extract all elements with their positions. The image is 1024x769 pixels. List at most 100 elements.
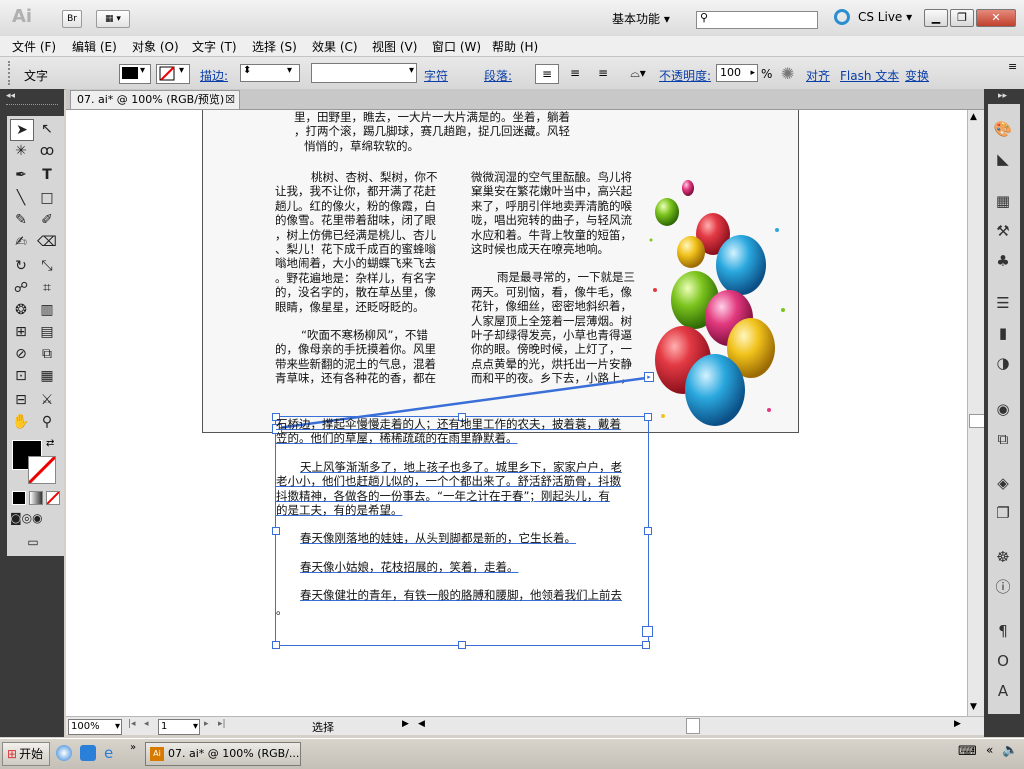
control-bar-menu-icon[interactable]: ≡ (1008, 60, 1017, 73)
start-button[interactable]: ⊞ 开始 (2, 742, 50, 766)
flash-text-link[interactable]: Flash 文本 (840, 67, 899, 84)
stroke-swatch[interactable] (28, 456, 56, 484)
opacity-link[interactable]: 不透明度: (659, 67, 711, 84)
cs-live-menu[interactable]: CS Live ▾ (858, 10, 912, 24)
appearance-icon[interactable]: ◉ (990, 398, 1016, 420)
eraser-tool-icon[interactable]: ⌫ (36, 232, 58, 252)
color-guide-icon[interactable]: ◣ (990, 148, 1016, 170)
stroke-link[interactable]: 描边: (200, 67, 228, 84)
scroll-down-icon[interactable]: ▼ (970, 702, 977, 712)
swap-colors-icon[interactable]: ⇄ (46, 438, 54, 449)
character-icon[interactable]: A (990, 680, 1016, 702)
eyedropper-tool-icon[interactable]: ⊘ (10, 344, 32, 364)
pen-tool-icon[interactable]: ✒ (10, 165, 32, 185)
bridge-button[interactable]: Br (62, 10, 82, 28)
slice-tool-icon[interactable]: ⚔ (36, 390, 58, 410)
zoom-field[interactable]: 100% ▾ (68, 719, 122, 735)
tools-grip[interactable] (6, 104, 58, 113)
menu-select[interactable]: 选择 (S) (252, 38, 297, 55)
color-mode-icon[interactable] (12, 491, 26, 505)
color-panel-icon[interactable]: 🎨 (990, 118, 1016, 140)
symbols-icon[interactable]: ♣ (990, 250, 1016, 272)
opentype-icon[interactable]: O (990, 650, 1016, 672)
screen-mode-icon[interactable]: ▭ (22, 532, 44, 552)
page-field[interactable]: 1 ▾ (158, 719, 200, 735)
graphic-styles-icon[interactable]: ⧉ (990, 428, 1016, 450)
expand-panels-icon[interactable]: ▸▸ (998, 91, 1007, 101)
document-tab[interactable]: 07. ai* @ 100% (RGB/预览) ☒ (70, 90, 240, 109)
last-page-icon[interactable]: ▸| (218, 719, 226, 729)
selection-tool-icon[interactable]: ➤ (10, 119, 34, 141)
easter-eggs-image[interactable] (643, 170, 798, 432)
first-page-icon[interactable]: |◂ (128, 719, 136, 729)
frame-handle[interactable] (642, 641, 650, 649)
stroke-weight-field[interactable]: ⬍ ▾ (240, 64, 300, 82)
info-icon[interactable]: ⓘ (990, 576, 1016, 598)
align-link[interactable]: 对齐 (806, 67, 830, 84)
live-paint-tool-icon[interactable]: ⊡ (10, 366, 32, 386)
draw-normal-icon[interactable]: ◙◎◉ (10, 508, 43, 528)
close-tab-icon[interactable]: ☒ (225, 91, 235, 109)
none-mode-icon[interactable] (46, 491, 60, 505)
search-input[interactable]: ⚲ (696, 11, 818, 29)
rotate-tool-icon[interactable]: ↻ (10, 256, 32, 276)
menu-file[interactable]: 文件 (F) (12, 38, 56, 55)
pencil-tool-icon[interactable]: ✐ (36, 210, 58, 230)
menu-view[interactable]: 视图 (V) (372, 38, 417, 55)
tray-expand-icon[interactable]: « (986, 743, 993, 757)
zoom-tool-icon[interactable]: ⚲ (36, 412, 58, 432)
hand-tool-icon[interactable]: ✋ (10, 412, 32, 432)
scroll-right-icon[interactable]: ▶ (954, 719, 961, 729)
opacity-field[interactable]: 100 ▸ (716, 64, 758, 82)
align-left-icon[interactable]: ≡ (535, 64, 559, 84)
out-port-icon[interactable] (642, 626, 653, 637)
arrange-documents-button[interactable]: ▦ ▾ (96, 10, 130, 28)
stroke-color-swatch[interactable]: ▾ (156, 64, 190, 84)
control-bar-grip[interactable] (8, 61, 13, 85)
recolor-icon[interactable]: ✺ (781, 64, 794, 83)
minimize-button[interactable]: ▁ (924, 9, 948, 27)
keyboard-icon[interactable]: ⌨ (958, 744, 977, 759)
mesh-tool-icon[interactable]: ⊞ (10, 322, 32, 342)
align-center-icon[interactable]: ≡ (564, 64, 586, 82)
magic-wand-tool-icon[interactable]: ✳ (10, 141, 32, 161)
close-button[interactable]: ✕ (976, 9, 1016, 27)
collapse-icon[interactable]: ◂◂ (6, 91, 15, 101)
transparency-icon[interactable]: ◑ (990, 352, 1016, 374)
symbol-sprayer-tool-icon[interactable]: ❂ (10, 300, 32, 320)
frame-handle[interactable] (458, 641, 466, 649)
scroll-left-icon[interactable]: ◀ (418, 719, 425, 729)
type-tool-icon[interactable]: T (36, 165, 58, 185)
transform-link[interactable]: 变换 (905, 67, 929, 84)
swatches-icon[interactable]: ▦ (990, 190, 1016, 212)
gradient-tool-icon[interactable]: ▤ (36, 322, 58, 342)
artboards-icon[interactable]: ❐ (990, 502, 1016, 524)
overflow-text[interactable]: 石桥边，撑起伞慢慢走着的人；还有地里工作的农夫，披着蓑，戴着 笠的。他们的草屋，… (276, 417, 648, 617)
out-port-icon[interactable]: ▸ (644, 372, 654, 382)
volume-icon[interactable]: 🔈 (1002, 743, 1018, 758)
line-tool-icon[interactable]: ╲ (10, 188, 32, 208)
restore-button[interactable]: ❐ (950, 9, 974, 27)
next-page-icon[interactable]: ▸ (204, 719, 209, 729)
menu-object[interactable]: 对象 (O) (132, 38, 179, 55)
lasso-tool-icon[interactable]: ꝏ (36, 141, 58, 161)
blob-brush-tool-icon[interactable]: ✍ (10, 232, 32, 252)
navigator-icon[interactable]: ☸ (990, 546, 1016, 568)
media-player-icon[interactable] (56, 745, 72, 761)
blend-tool-icon[interactable]: ⧉ (36, 344, 58, 364)
menu-window[interactable]: 窗口 (W) (432, 38, 481, 55)
artboard-tool-icon[interactable]: ⊟ (10, 390, 32, 410)
stepper-icon[interactable]: ⬍ (243, 65, 251, 76)
vertical-scrollbar[interactable]: ▲ ▼ (967, 110, 985, 716)
paintbrush-tool-icon[interactable]: ✎ (10, 210, 32, 230)
status-menu-icon[interactable]: ▶ (402, 719, 409, 729)
envelope-icon[interactable]: ⌓▾ (622, 64, 654, 82)
paragraph-icon[interactable]: ¶ (990, 620, 1016, 642)
layers-icon[interactable]: ◈ (990, 472, 1016, 494)
vertical-scroll-thumb[interactable] (969, 414, 985, 428)
prev-page-icon[interactable]: ◂ (144, 719, 149, 729)
graph-tool-icon[interactable]: ▥ (36, 300, 58, 320)
warp-tool-icon[interactable]: ☍ (10, 278, 32, 298)
scroll-up-icon[interactable]: ▲ (970, 112, 977, 122)
gradient-panel-icon[interactable]: ▮ (990, 322, 1016, 344)
